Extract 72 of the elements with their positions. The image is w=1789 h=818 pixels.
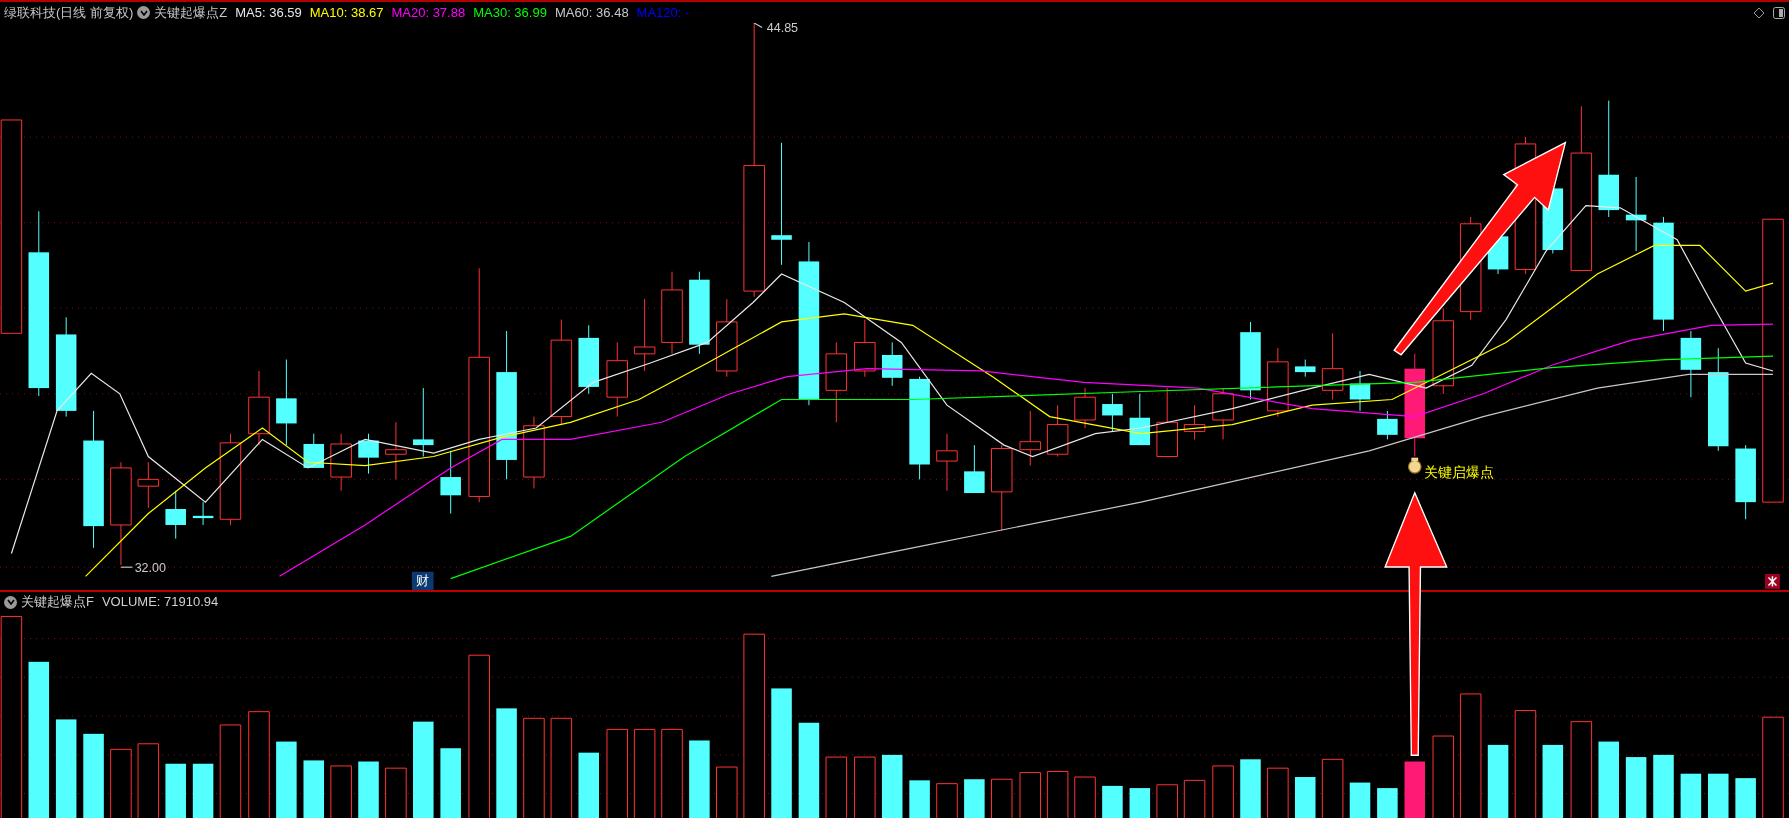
volume-bar (1240, 759, 1261, 818)
candlestick (385, 421, 407, 480)
volume-bar (192, 763, 214, 818)
volume-bar (1680, 773, 1702, 818)
volume-bar (1349, 782, 1371, 818)
volume-bar (578, 752, 599, 818)
candlestick (1129, 393, 1151, 446)
candlestick (1349, 370, 1371, 412)
tag-background (411, 571, 434, 590)
high-price-label: 44.85 (766, 23, 799, 36)
candlestick (1102, 393, 1123, 432)
moving-average-reading: MA10: 38.67 (309, 3, 384, 22)
volume-bar (964, 779, 985, 818)
candlestick (1156, 387, 1178, 457)
volume-bar (1404, 761, 1426, 818)
candlestick (137, 461, 160, 509)
moving-average-reading: MA20: 37.88 (391, 3, 466, 22)
moving-average-reading: MA5: 36.59 (235, 3, 302, 22)
diamond-icon[interactable] (1753, 6, 1765, 19)
candlestick (1046, 404, 1069, 457)
volume-reading: VOLUME: 71910.94 (101, 593, 219, 612)
candlestick (1321, 332, 1344, 400)
candlestick (440, 450, 461, 515)
volume-bar (358, 761, 379, 818)
volume-bar (1653, 754, 1674, 818)
panel-toggle-icon[interactable] (1773, 6, 1785, 19)
dropdown-icon[interactable] (4, 595, 17, 609)
candlestick (330, 433, 352, 492)
leader-line (120, 566, 133, 568)
moving-average-reading: MA30: 36.99 (473, 3, 547, 22)
volume-bar (440, 748, 461, 818)
candlestick (413, 387, 434, 457)
candlestick (881, 341, 903, 387)
money-bag-icon (1407, 457, 1422, 474)
indicator-name: 关键起爆点F (21, 593, 94, 612)
volume-bar (1102, 785, 1123, 818)
candlestick (1019, 410, 1042, 467)
candlestick (1377, 410, 1398, 440)
volume-bar (1625, 757, 1647, 818)
candlestick (358, 433, 379, 475)
candlestick (1680, 330, 1702, 398)
leader-line (753, 23, 763, 29)
candlestick (1212, 387, 1234, 440)
candlestick (303, 433, 325, 469)
signal-label: 关键启爆点 (1423, 465, 1494, 481)
candlestick (964, 444, 985, 494)
candlestick (854, 319, 876, 378)
candlestick (936, 433, 958, 492)
rise-badge-icon (1765, 574, 1780, 589)
volume-bar (881, 754, 903, 818)
candlestick (1267, 347, 1289, 418)
low-price-label: 32.00 (134, 560, 166, 575)
candlestick (192, 501, 214, 526)
volume-bar (1377, 788, 1398, 818)
indicator-name: 关键起爆点Z (154, 3, 228, 22)
volume-bar (1735, 778, 1756, 818)
volume-bar (1129, 788, 1151, 818)
stock-title: 绿联科技(日线 前复权) (4, 3, 134, 22)
candlestick (1294, 359, 1316, 378)
finance-label: 财 (416, 574, 430, 589)
volume-bar (303, 760, 325, 818)
candlestick (1074, 387, 1096, 429)
dropdown-icon[interactable] (137, 6, 151, 19)
volume-bar (1708, 773, 1729, 818)
moving-average-reading: MA120: - (636, 3, 690, 22)
candlestick (165, 490, 186, 540)
candlestick (1183, 404, 1206, 440)
volume-bar (1294, 777, 1316, 818)
candlestick (578, 324, 599, 395)
volume-bar (909, 780, 930, 818)
volume-bar (165, 763, 186, 818)
moving-average-reading: MA60: 36.48 (554, 3, 629, 22)
